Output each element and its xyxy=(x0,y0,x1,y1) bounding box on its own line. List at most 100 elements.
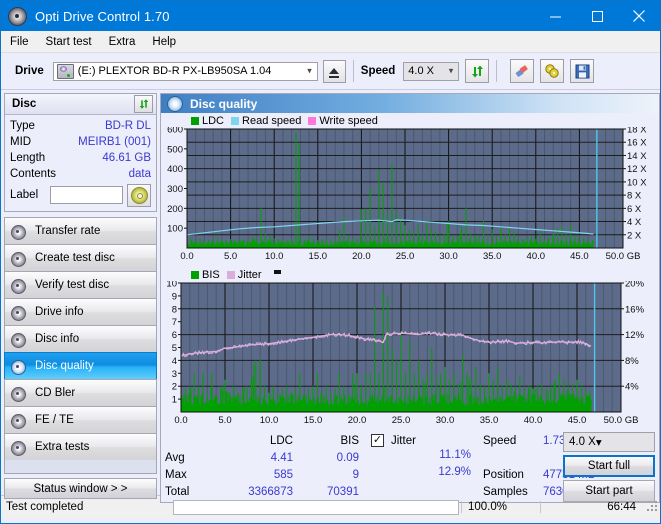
legend-label-ldc: LDC xyxy=(202,114,225,127)
disc-tool-button[interactable] xyxy=(540,59,565,83)
status-window-button[interactable]: Status window > > xyxy=(4,478,157,499)
start-full-button[interactable]: Start full xyxy=(563,455,655,477)
bis-chart: BIS Jitter 1 2 3 4 5 6 7 8 9 10 4% 8% 12% 16% 20% 0.0 5.… xyxy=(163,268,657,430)
svg-text:1: 1 xyxy=(172,395,177,406)
sidebar-item-disc-quality[interactable]: Disc quality xyxy=(4,352,157,379)
drive-select[interactable]: (E:) PLEXTOR BD-R PX-LB950SA 1.04 ▾ xyxy=(52,61,318,81)
sidebar-item-label: FE / TE xyxy=(35,414,74,426)
toolbar-divider-2 xyxy=(496,60,498,82)
svg-text:8%: 8% xyxy=(625,356,639,367)
disc-icon xyxy=(11,440,28,456)
stats-header-row: LDC BIS xyxy=(165,432,365,449)
menu-item-extra[interactable]: Extra xyxy=(109,36,136,48)
stats-col-ldc: LDC xyxy=(269,434,293,447)
bis-chart-svg[interactable]: 1 2 3 4 5 6 7 8 910 4% 8% 12% 16% 20% 0.0 5.0 10.0 15.0 20… xyxy=(163,279,657,427)
svg-text:20.0: 20.0 xyxy=(348,415,367,426)
test-speed-value: 4.0 X xyxy=(569,436,596,448)
disc-info-rows: Type BD-R DL MID MEIRB1 (001) Length 46.… xyxy=(5,115,156,211)
window-title: Opti Drive Control 1.70 xyxy=(35,8,170,24)
disc-quality-header: Disc quality xyxy=(161,94,659,113)
stats-avg-ldc: 4.41 xyxy=(270,451,293,464)
legend-item-read-speed: Read speed xyxy=(231,115,301,127)
speed-select[interactable]: 4.0 X ▾ xyxy=(403,61,460,81)
test-nav-list: Transfer rate Create test disc Verify te… xyxy=(4,217,157,474)
legend-label-write-speed: Write speed xyxy=(319,114,378,127)
drive-icon xyxy=(56,63,74,79)
disc-mid-label: MID xyxy=(10,136,32,148)
drive-toolbar: Drive (E:) PLEXTOR BD-R PX-LB950SA 1.04 … xyxy=(1,53,660,90)
legend-swatch-bis xyxy=(191,270,199,279)
menu-item-file[interactable]: File xyxy=(10,36,29,48)
sidebar-item-fe-te[interactable]: FE / TE xyxy=(4,406,157,433)
menu-item-help[interactable]: Help xyxy=(152,36,176,48)
sidebar-item-extra-tests[interactable]: Extra tests xyxy=(4,433,157,460)
maximize-icon[interactable] xyxy=(576,1,618,31)
refresh-icon xyxy=(139,99,148,109)
jitter-checkbox[interactable]: ✓ xyxy=(371,434,384,447)
drive-label: Drive xyxy=(15,65,44,77)
svg-text:8: 8 xyxy=(172,304,177,315)
disc-row-type: Type BD-R DL xyxy=(10,118,151,134)
disc-type-value: BD-R DL xyxy=(104,120,151,132)
ldc-chart-svg[interactable]: 100 200 300 400 500 600 2 X 4 X 6 X 8 X 10 X 12 X 14… xyxy=(163,125,657,263)
disc-label-input[interactable] xyxy=(50,186,123,204)
charts-area: LDC Read speed Write speed 100 200 300 4… xyxy=(161,113,659,430)
ldc-chart: LDC Read speed Write speed 100 200 300 4… xyxy=(163,114,657,266)
erase-button[interactable] xyxy=(510,59,535,83)
disc-label-button[interactable] xyxy=(127,183,151,207)
svg-text:20%: 20% xyxy=(625,281,645,290)
legend-swatch-ldc xyxy=(191,116,199,125)
test-speed-select[interactable]: 4.0 X ▾ xyxy=(563,432,655,452)
disc-contents-label: Contents xyxy=(10,168,57,180)
sidebar-item-verify-test-disc[interactable]: Verify test disc xyxy=(4,271,157,298)
page-title: Disc quality xyxy=(190,96,258,111)
sidebar-item-transfer-rate[interactable]: Transfer rate xyxy=(4,217,157,244)
save-button[interactable] xyxy=(570,59,595,83)
sidebar-item-label: Disc quality xyxy=(35,360,94,372)
svg-text:0.0: 0.0 xyxy=(180,251,193,262)
disc-icon xyxy=(11,413,28,429)
disc-icon xyxy=(11,224,28,240)
chart-marker xyxy=(273,270,281,274)
svg-text:5.0: 5.0 xyxy=(224,251,237,262)
stats-panel: LDC BIS Avg 4.41 0.09 Max 585 9 Total 33… xyxy=(161,430,659,502)
disc-contents-value: data xyxy=(128,168,151,180)
disc-tool-icon xyxy=(545,64,559,78)
close-icon[interactable] xyxy=(618,1,660,31)
sidebar-item-cd-bler[interactable]: CD Bler xyxy=(4,379,157,406)
svg-text:25.0: 25.0 xyxy=(392,415,411,426)
disc-quality-panel: Disc quality LDC Read speed Write speed … xyxy=(160,93,660,503)
minimize-icon[interactable] xyxy=(534,1,576,31)
stats-max-ldc: 585 xyxy=(273,468,293,481)
title-bar: Opti Drive Control 1.70 xyxy=(1,1,660,31)
start-part-button[interactable]: Start part xyxy=(563,480,655,502)
samples-label: Samples xyxy=(483,485,528,498)
jitter-checkbox-row[interactable]: ✓ Jitter xyxy=(371,432,483,449)
disc-refresh-button[interactable] xyxy=(134,95,153,113)
stats-row-total: Total 3366873 70391 xyxy=(165,483,365,500)
ldc-chart-legend: LDC Read speed Write speed xyxy=(163,114,657,127)
resize-grip[interactable] xyxy=(646,500,660,514)
svg-text:14 X: 14 X xyxy=(627,151,647,162)
speed-stat-label: Speed xyxy=(483,434,517,447)
sidebar-item-label: Drive info xyxy=(35,306,84,318)
sidebar-item-disc-info[interactable]: Disc info xyxy=(4,325,157,352)
legend-swatch-write-speed xyxy=(308,116,317,125)
refresh-button[interactable] xyxy=(465,59,490,83)
svg-text:4%: 4% xyxy=(625,382,639,393)
speed-select-value: 4.0 X xyxy=(408,65,434,77)
sidebar-item-create-test-disc[interactable]: Create test disc xyxy=(4,244,157,271)
window-controls xyxy=(534,1,660,31)
stats-max-bis: 9 xyxy=(352,468,359,481)
legend-item-ldc: LDC xyxy=(191,115,224,127)
app-window: Opti Drive Control 1.70 File Start test … xyxy=(0,0,661,524)
chevron-down-icon: ▾ xyxy=(307,65,312,76)
svg-text:3: 3 xyxy=(172,369,177,380)
sidebar-item-drive-info[interactable]: Drive info xyxy=(4,298,157,325)
sidebar-item-label: Verify test disc xyxy=(35,279,110,291)
erase-icon xyxy=(516,65,528,77)
svg-text:400: 400 xyxy=(167,164,183,175)
sidebar-item-label: Extra tests xyxy=(35,441,90,453)
eject-button[interactable] xyxy=(322,59,346,83)
menu-item-start-test[interactable]: Start test xyxy=(46,36,92,48)
